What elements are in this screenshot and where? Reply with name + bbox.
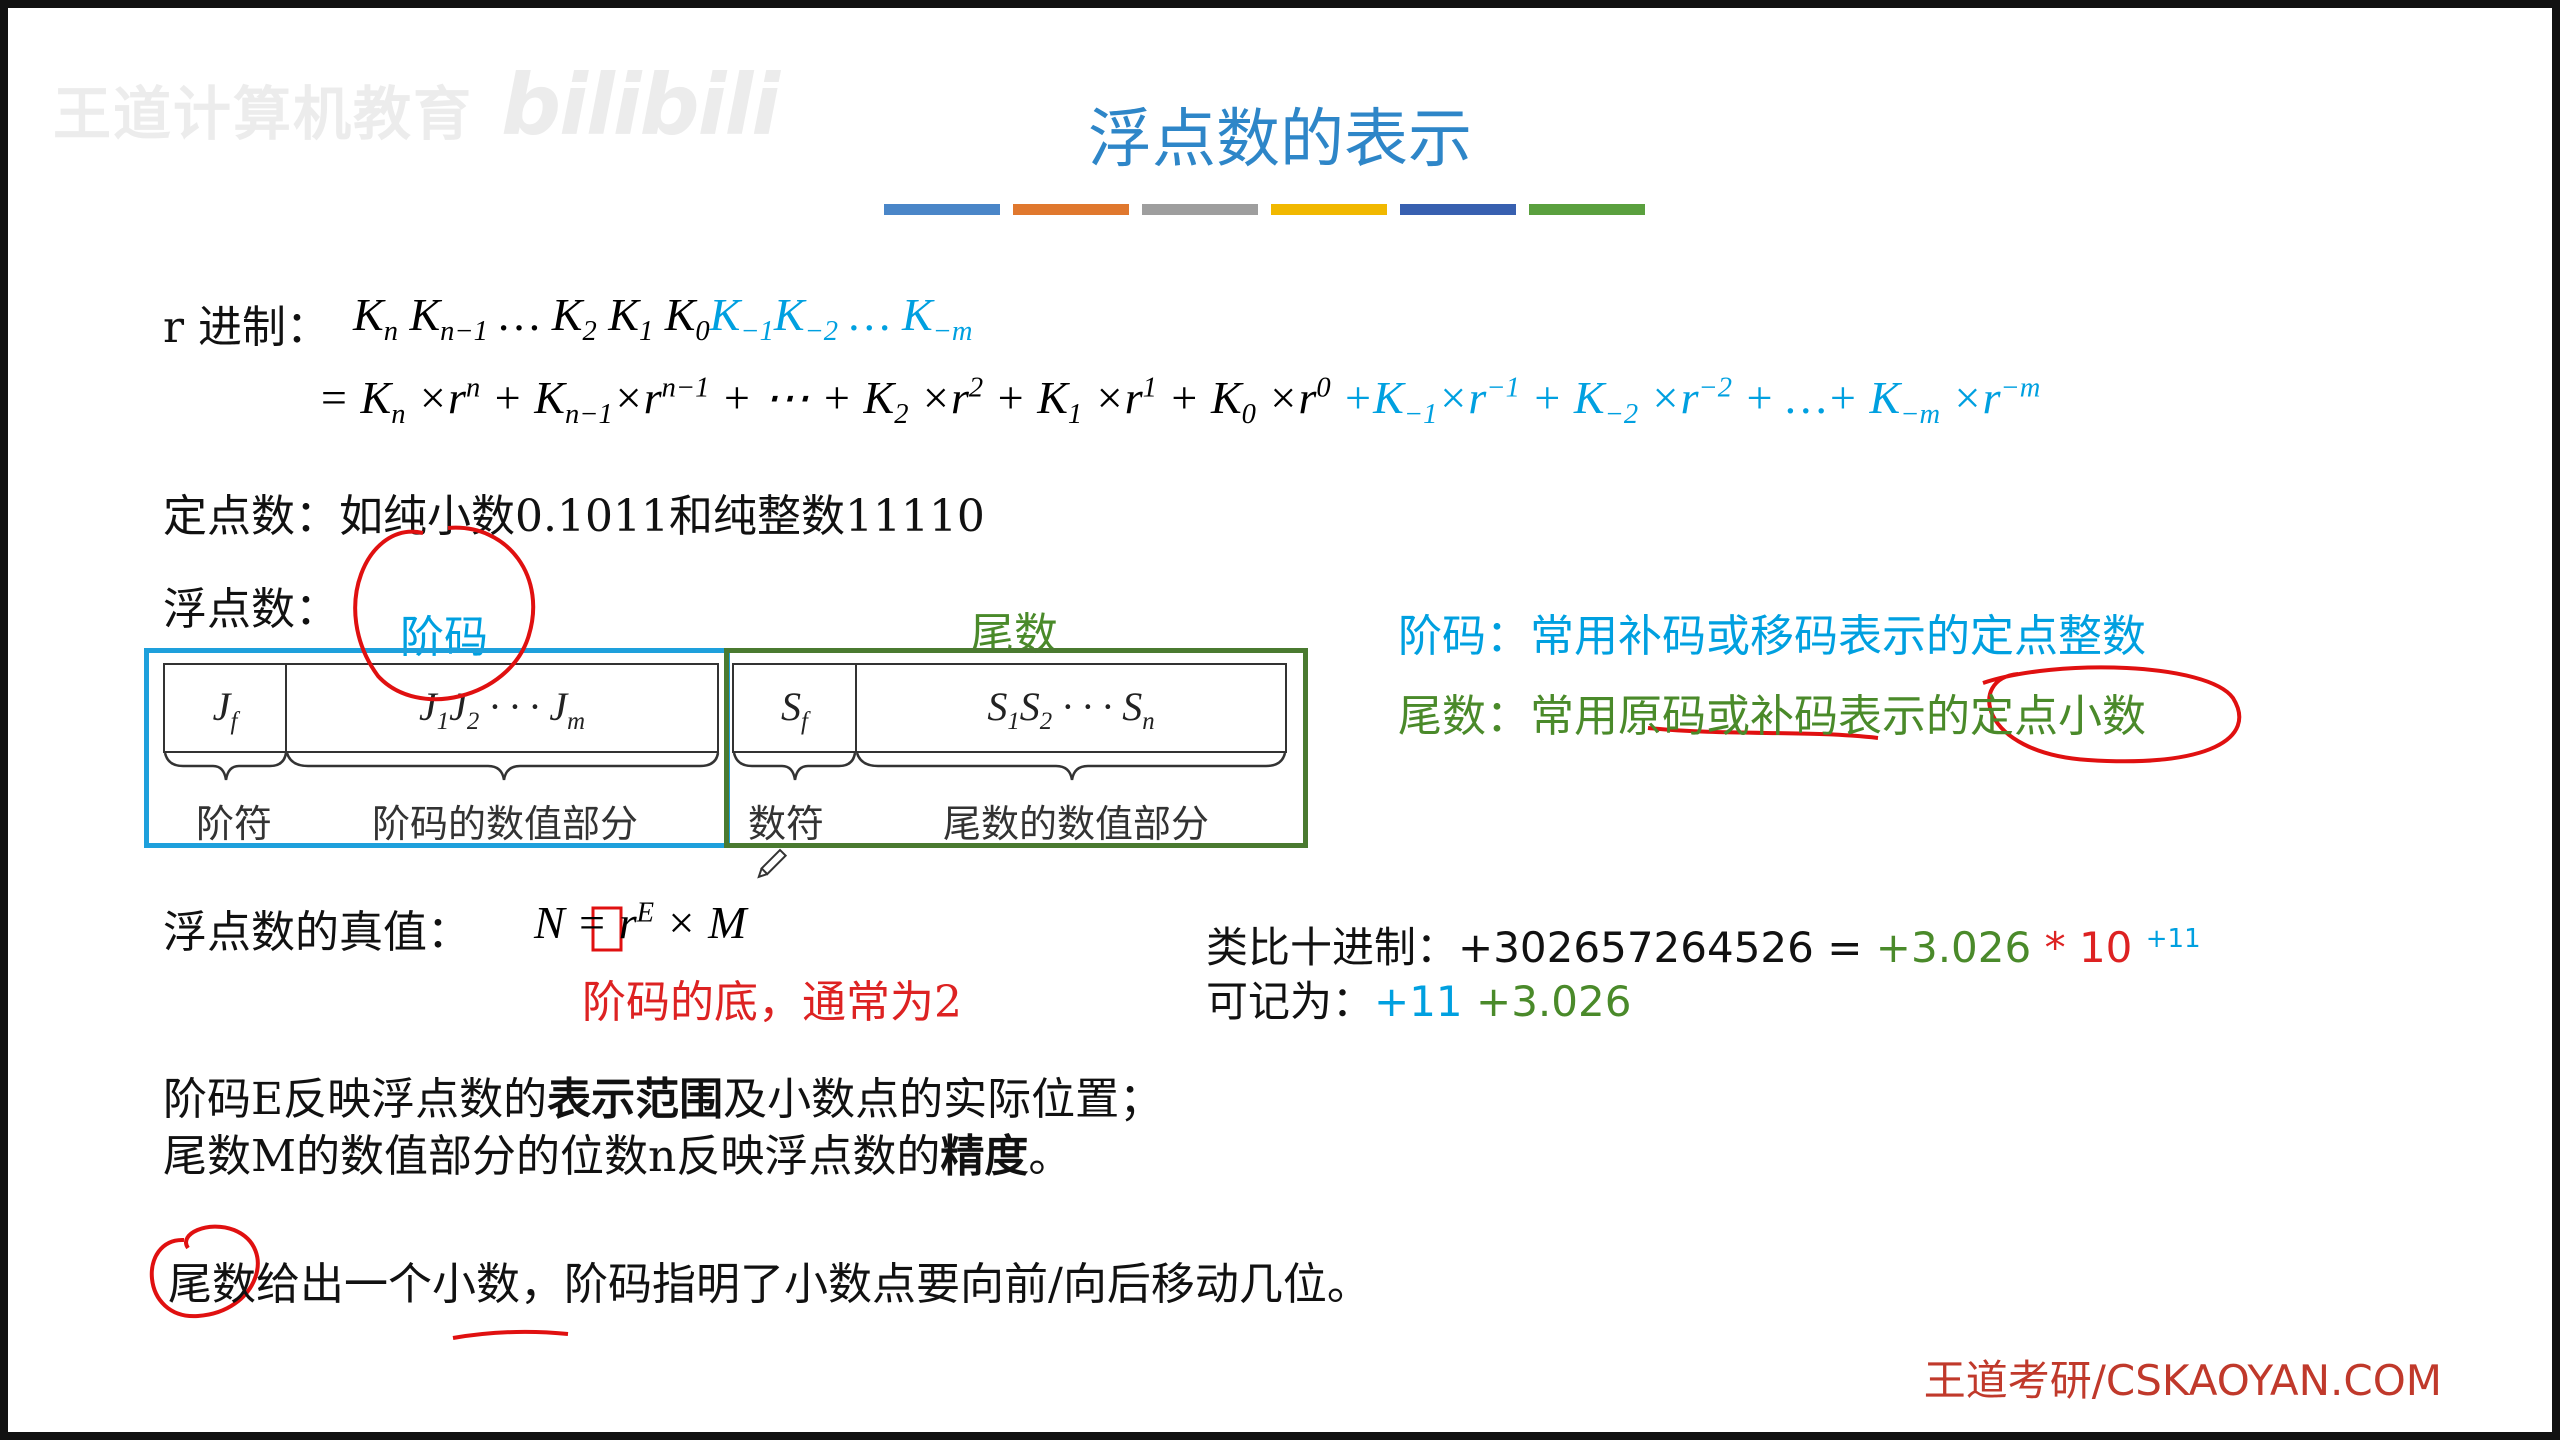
brace-jvals (285, 752, 720, 781)
decimal-base: 10 (2078, 923, 2133, 972)
decimal-eq: = (1827, 923, 1863, 972)
brace-sf (732, 752, 857, 781)
annotation-layer (149, 525, 2242, 1340)
label-jie-fu: 阶符 (196, 802, 273, 846)
brace-svals (855, 752, 1287, 781)
brace-jf (163, 752, 288, 781)
true-value-label: 浮点数的真值： (163, 907, 471, 958)
circle-exponent (353, 525, 536, 702)
decimal-times: * (2044, 923, 2066, 972)
base-note: 阶码的底，通常为2 (582, 977, 962, 1028)
decimal-line: 类比十进制：+302657264526 = +3.026 * 10 +11 (1206, 914, 2201, 975)
explain-1b: 表示范围 (547, 1074, 724, 1125)
label-shu-fu: 数符 (748, 802, 825, 846)
decimal-mant: +3.026 (1875, 923, 2032, 972)
summary-line: 尾数给出一个小数，阶码指明了小数点要向前/向后移动几位。 (168, 1259, 1371, 1310)
decimal-number: +302657264526 (1458, 923, 1814, 972)
explain-2b: 精度 (940, 1131, 1029, 1182)
record-mant: +3.026 (1476, 977, 1632, 1026)
pen-cursor-icon (757, 848, 788, 879)
record-exp: +11 (1374, 977, 1463, 1026)
explain-1c: 及小数点的实际位置； (723, 1074, 1164, 1125)
explain-2c: 。 (1028, 1131, 1073, 1182)
explain-line-2: 尾数M的数值部分的位数n反映浮点数的精度。 (163, 1120, 1072, 1184)
label-jie-vals: 阶码的数值部分 (372, 802, 639, 846)
decimal-label: 类比十进制： (1206, 923, 1459, 972)
decimal-exp: +11 (2145, 924, 2201, 954)
label-wei-vals: 尾数的数值部分 (943, 802, 1210, 846)
underline-xiaoshu (452, 1329, 569, 1340)
footer-brand: 王道考研/CSKAOYAN.COM (1923, 1356, 2442, 1405)
note-exponent: 阶码：常用补码或移码表示的定点整数 (1398, 611, 2146, 662)
record-line: 可记为：+11 +3.026 (1206, 968, 1631, 1029)
note-mantissa: 尾数：常用原码或补码表示的定点小数 (1398, 691, 2146, 742)
slide: 王道计算机教育 bilibili 浮点数的表示 r 进制： Kn Kn−1 … K… (8, 8, 2552, 1432)
true-value-formula: N = rE × M (534, 897, 747, 948)
explain-1a: 阶码E反映浮点数的 (163, 1074, 548, 1125)
explain-2a: 尾数M的数值部分的位数n反映浮点数的 (163, 1131, 941, 1182)
record-label: 可记为： (1206, 977, 1375, 1026)
braces (163, 752, 1287, 781)
explain-line-1: 阶码E反映浮点数的表示范围及小数点的实际位置； (163, 1063, 1163, 1127)
